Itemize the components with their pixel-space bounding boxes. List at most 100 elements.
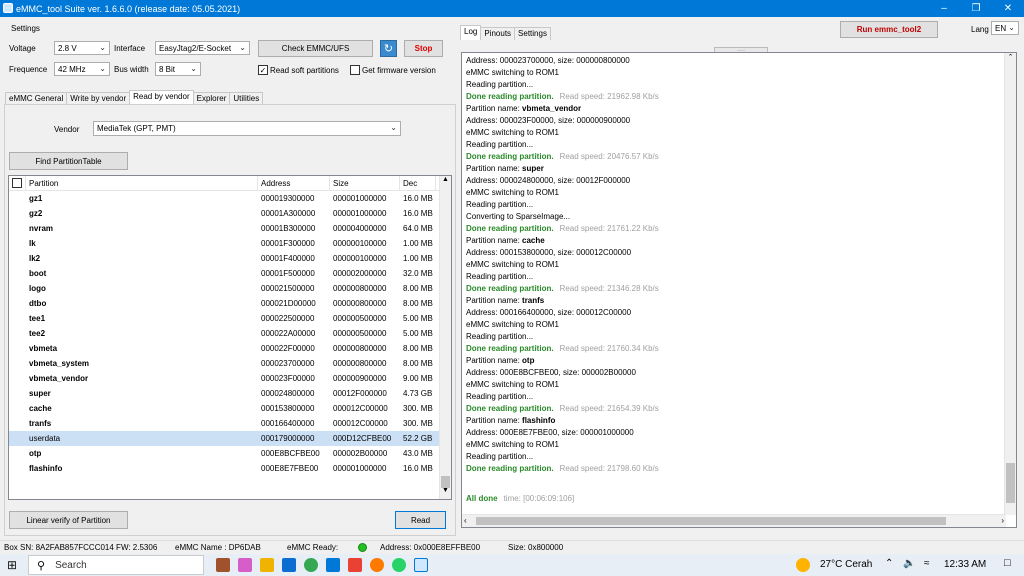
chevron-down-icon: ⌄ bbox=[190, 64, 197, 73]
tab-pinouts[interactable]: Pinouts bbox=[480, 27, 516, 40]
table-row[interactable]: ✓vbmeta_system0000237000000000008000008.… bbox=[9, 356, 451, 371]
stop-button[interactable]: Stop bbox=[404, 40, 443, 57]
log-line: Reading partition... bbox=[462, 79, 1016, 91]
table-row[interactable]: ✓gz100001930000000000100000016.0 MB bbox=[9, 191, 451, 206]
read-button[interactable]: Read bbox=[395, 511, 446, 529]
right-tab-bar: Log Pinouts Settings bbox=[460, 25, 551, 40]
table-row[interactable]: ✓vbmeta_vendor000023F000000000009000009.… bbox=[9, 371, 451, 386]
check-emmc-button[interactable]: Check EMMC/UFS bbox=[258, 40, 373, 57]
get-firmware-checkbox[interactable] bbox=[350, 65, 360, 75]
table-row[interactable]: ✓dtbo000021D000000000008000008.00 MB bbox=[9, 296, 451, 311]
table-scrollbar[interactable]: ▲ ▼ bbox=[439, 176, 451, 499]
partition-dec: 64.0 MB bbox=[403, 224, 433, 233]
table-row[interactable]: ✓boot00001F50000000000200000032.0 MB bbox=[9, 266, 451, 281]
table-row[interactable]: ✓tee10000225000000000005000005.00 MB bbox=[9, 311, 451, 326]
log-hscroll-thumb[interactable] bbox=[476, 517, 946, 525]
log-text: eMMC switching to ROM1 bbox=[466, 380, 559, 389]
select-all-checkbox[interactable] bbox=[12, 178, 22, 188]
log-speed: time: [00:06:09:106] bbox=[503, 494, 575, 503]
address-text: Address: 0x000E8EFFBE00 bbox=[380, 543, 481, 552]
chevron-up-icon[interactable]: ⌃ bbox=[885, 558, 893, 569]
notification-icon[interactable]: □ bbox=[1004, 557, 1011, 569]
partition-size: 000004000000 bbox=[333, 224, 387, 233]
tab-read-by-vendor[interactable]: Read by vendor bbox=[129, 90, 194, 105]
close-icon[interactable]: ✕ bbox=[992, 0, 1024, 17]
partition-address: 00001F500000 bbox=[261, 269, 315, 278]
scroll-left-icon[interactable]: ‹ bbox=[464, 516, 467, 525]
taskbar-search-box[interactable]: ⚲ Search bbox=[28, 555, 204, 575]
table-row[interactable]: ✓otp000E8BCFBE00000002B0000043.0 MB bbox=[9, 446, 451, 461]
partition-dec: 8.00 MB bbox=[403, 344, 433, 353]
table-row[interactable]: ✓lk00001F3000000000001000001.00 MB bbox=[9, 236, 451, 251]
table-row[interactable]: userdata 000179000000 000D12CFBE00 52.2 GB bbox=[9, 431, 451, 446]
store-icon[interactable] bbox=[282, 558, 296, 572]
log-line: Address: 000023F00000, size: 00000090000… bbox=[462, 115, 1016, 127]
refresh-icon[interactable]: ↻ bbox=[380, 40, 397, 57]
table-row[interactable]: ✓flashinfo000E8E7FBE0000000100000016.0 M… bbox=[9, 461, 451, 476]
col-address[interactable]: Address bbox=[258, 176, 330, 190]
log-hscrollbar[interactable]: ‹ › bbox=[462, 514, 1006, 527]
maximize-icon[interactable]: ❐ bbox=[960, 0, 992, 17]
window-title: eMMC_tool Suite ver. 1.6.6.0 (release da… bbox=[16, 3, 241, 14]
col-dec[interactable]: Dec bbox=[400, 176, 436, 190]
run-emmc-tool2-button[interactable]: Run emmc_tool2 bbox=[840, 21, 938, 38]
firefox-icon[interactable] bbox=[370, 558, 384, 572]
copilot-icon[interactable] bbox=[238, 558, 252, 572]
windows-start-icon[interactable]: ⊞ bbox=[0, 554, 24, 576]
emmc-tool-taskbar-icon[interactable] bbox=[414, 558, 428, 572]
log-line: Done reading partition. Read speed: 21346… bbox=[462, 283, 1016, 295]
lantern-app-icon[interactable] bbox=[216, 558, 230, 572]
col-partition[interactable]: Partition bbox=[26, 176, 258, 190]
speaker-icon[interactable]: 🔈 bbox=[903, 558, 915, 569]
partition-address: 000179000000 bbox=[261, 434, 315, 443]
log-line: Address: 000E8BCFBE00, size: 000002B0000… bbox=[462, 367, 1016, 379]
wifi-icon[interactable]: ≈ bbox=[924, 558, 930, 569]
scroll-right-icon[interactable]: › bbox=[1001, 516, 1004, 525]
partition-name: cache bbox=[29, 404, 52, 413]
buswidth-select[interactable]: 8 Bit ⌄ bbox=[155, 62, 201, 76]
scroll-up-icon[interactable]: ⌃ bbox=[1005, 53, 1016, 65]
interface-select[interactable]: EasyJtag2/E-Socket ⌄ bbox=[155, 41, 250, 55]
voltage-select[interactable]: 2.8 V ⌄ bbox=[54, 41, 110, 55]
tab-right-settings[interactable]: Settings bbox=[514, 27, 551, 40]
lang-select[interactable]: EN ⌄ bbox=[991, 21, 1019, 35]
table-row[interactable]: ✓lk200001F4000000000001000001.00 MB bbox=[9, 251, 451, 266]
table-row[interactable]: ✓cache000153800000000012C00000300. MB bbox=[9, 401, 451, 416]
table-row[interactable]: ✓vbmeta000022F000000000008000008.00 MB bbox=[9, 341, 451, 356]
table-row[interactable]: ✓nvram00001B30000000000400000064.0 MB bbox=[9, 221, 451, 236]
scroll-down-icon[interactable]: ▼ bbox=[440, 487, 451, 499]
log-line: Address: 000E8E7FBE00, size: 00000100000… bbox=[462, 427, 1016, 439]
frequence-select[interactable]: 42 MHz ⌄ bbox=[54, 62, 110, 76]
partition-size: 000000100000 bbox=[333, 254, 387, 263]
col-size[interactable]: Size bbox=[330, 176, 400, 190]
table-row[interactable]: ✓super00002480000000012F0000004.73 GB bbox=[9, 386, 451, 401]
weather-text[interactable]: 27°C Cerah bbox=[820, 559, 872, 570]
partition-dec: 8.00 MB bbox=[403, 359, 433, 368]
find-partition-table-button[interactable]: Find PartitionTable bbox=[9, 152, 128, 170]
partition-size: 000000800000 bbox=[333, 284, 387, 293]
ready-indicator-icon bbox=[358, 543, 367, 552]
telegram-icon[interactable] bbox=[326, 558, 340, 572]
weather-icon[interactable] bbox=[796, 558, 810, 572]
whatsapp-icon[interactable] bbox=[392, 558, 406, 572]
table-row[interactable]: ✓tranfs000166400000000012C00000300. MB bbox=[9, 416, 451, 431]
chevron-down-icon: ⌄ bbox=[99, 43, 106, 52]
log-scroll-thumb[interactable] bbox=[1006, 463, 1015, 503]
table-row[interactable]: ✓logo0000215000000000008000008.00 MB bbox=[9, 281, 451, 296]
voltage-label: Voltage bbox=[9, 44, 36, 53]
minimize-icon[interactable]: – bbox=[928, 0, 960, 17]
log-line: Partition name: otp bbox=[462, 355, 1016, 367]
google-icon[interactable] bbox=[348, 558, 362, 572]
read-soft-checkbox[interactable]: ✓ bbox=[258, 65, 268, 75]
scroll-up-icon[interactable]: ▲ bbox=[440, 176, 451, 188]
partition-address: 000021500000 bbox=[261, 284, 315, 293]
table-row[interactable]: ✓tee2000022A000000000005000005.00 MB bbox=[9, 326, 451, 341]
vendor-select[interactable]: MediaTek (GPT, PMT) ⌄ bbox=[93, 121, 401, 136]
log-scrollbar[interactable]: ⌃ bbox=[1004, 53, 1016, 515]
tab-log[interactable]: Log bbox=[460, 25, 482, 40]
chrome-icon[interactable] bbox=[304, 558, 318, 572]
table-row[interactable]: ✓gz200001A30000000000100000016.0 MB bbox=[9, 206, 451, 221]
file-explorer-icon[interactable] bbox=[260, 558, 274, 572]
clock-text[interactable]: 12:33 AM bbox=[944, 559, 986, 570]
linear-verify-button[interactable]: Linear verify of Partition bbox=[9, 511, 128, 529]
